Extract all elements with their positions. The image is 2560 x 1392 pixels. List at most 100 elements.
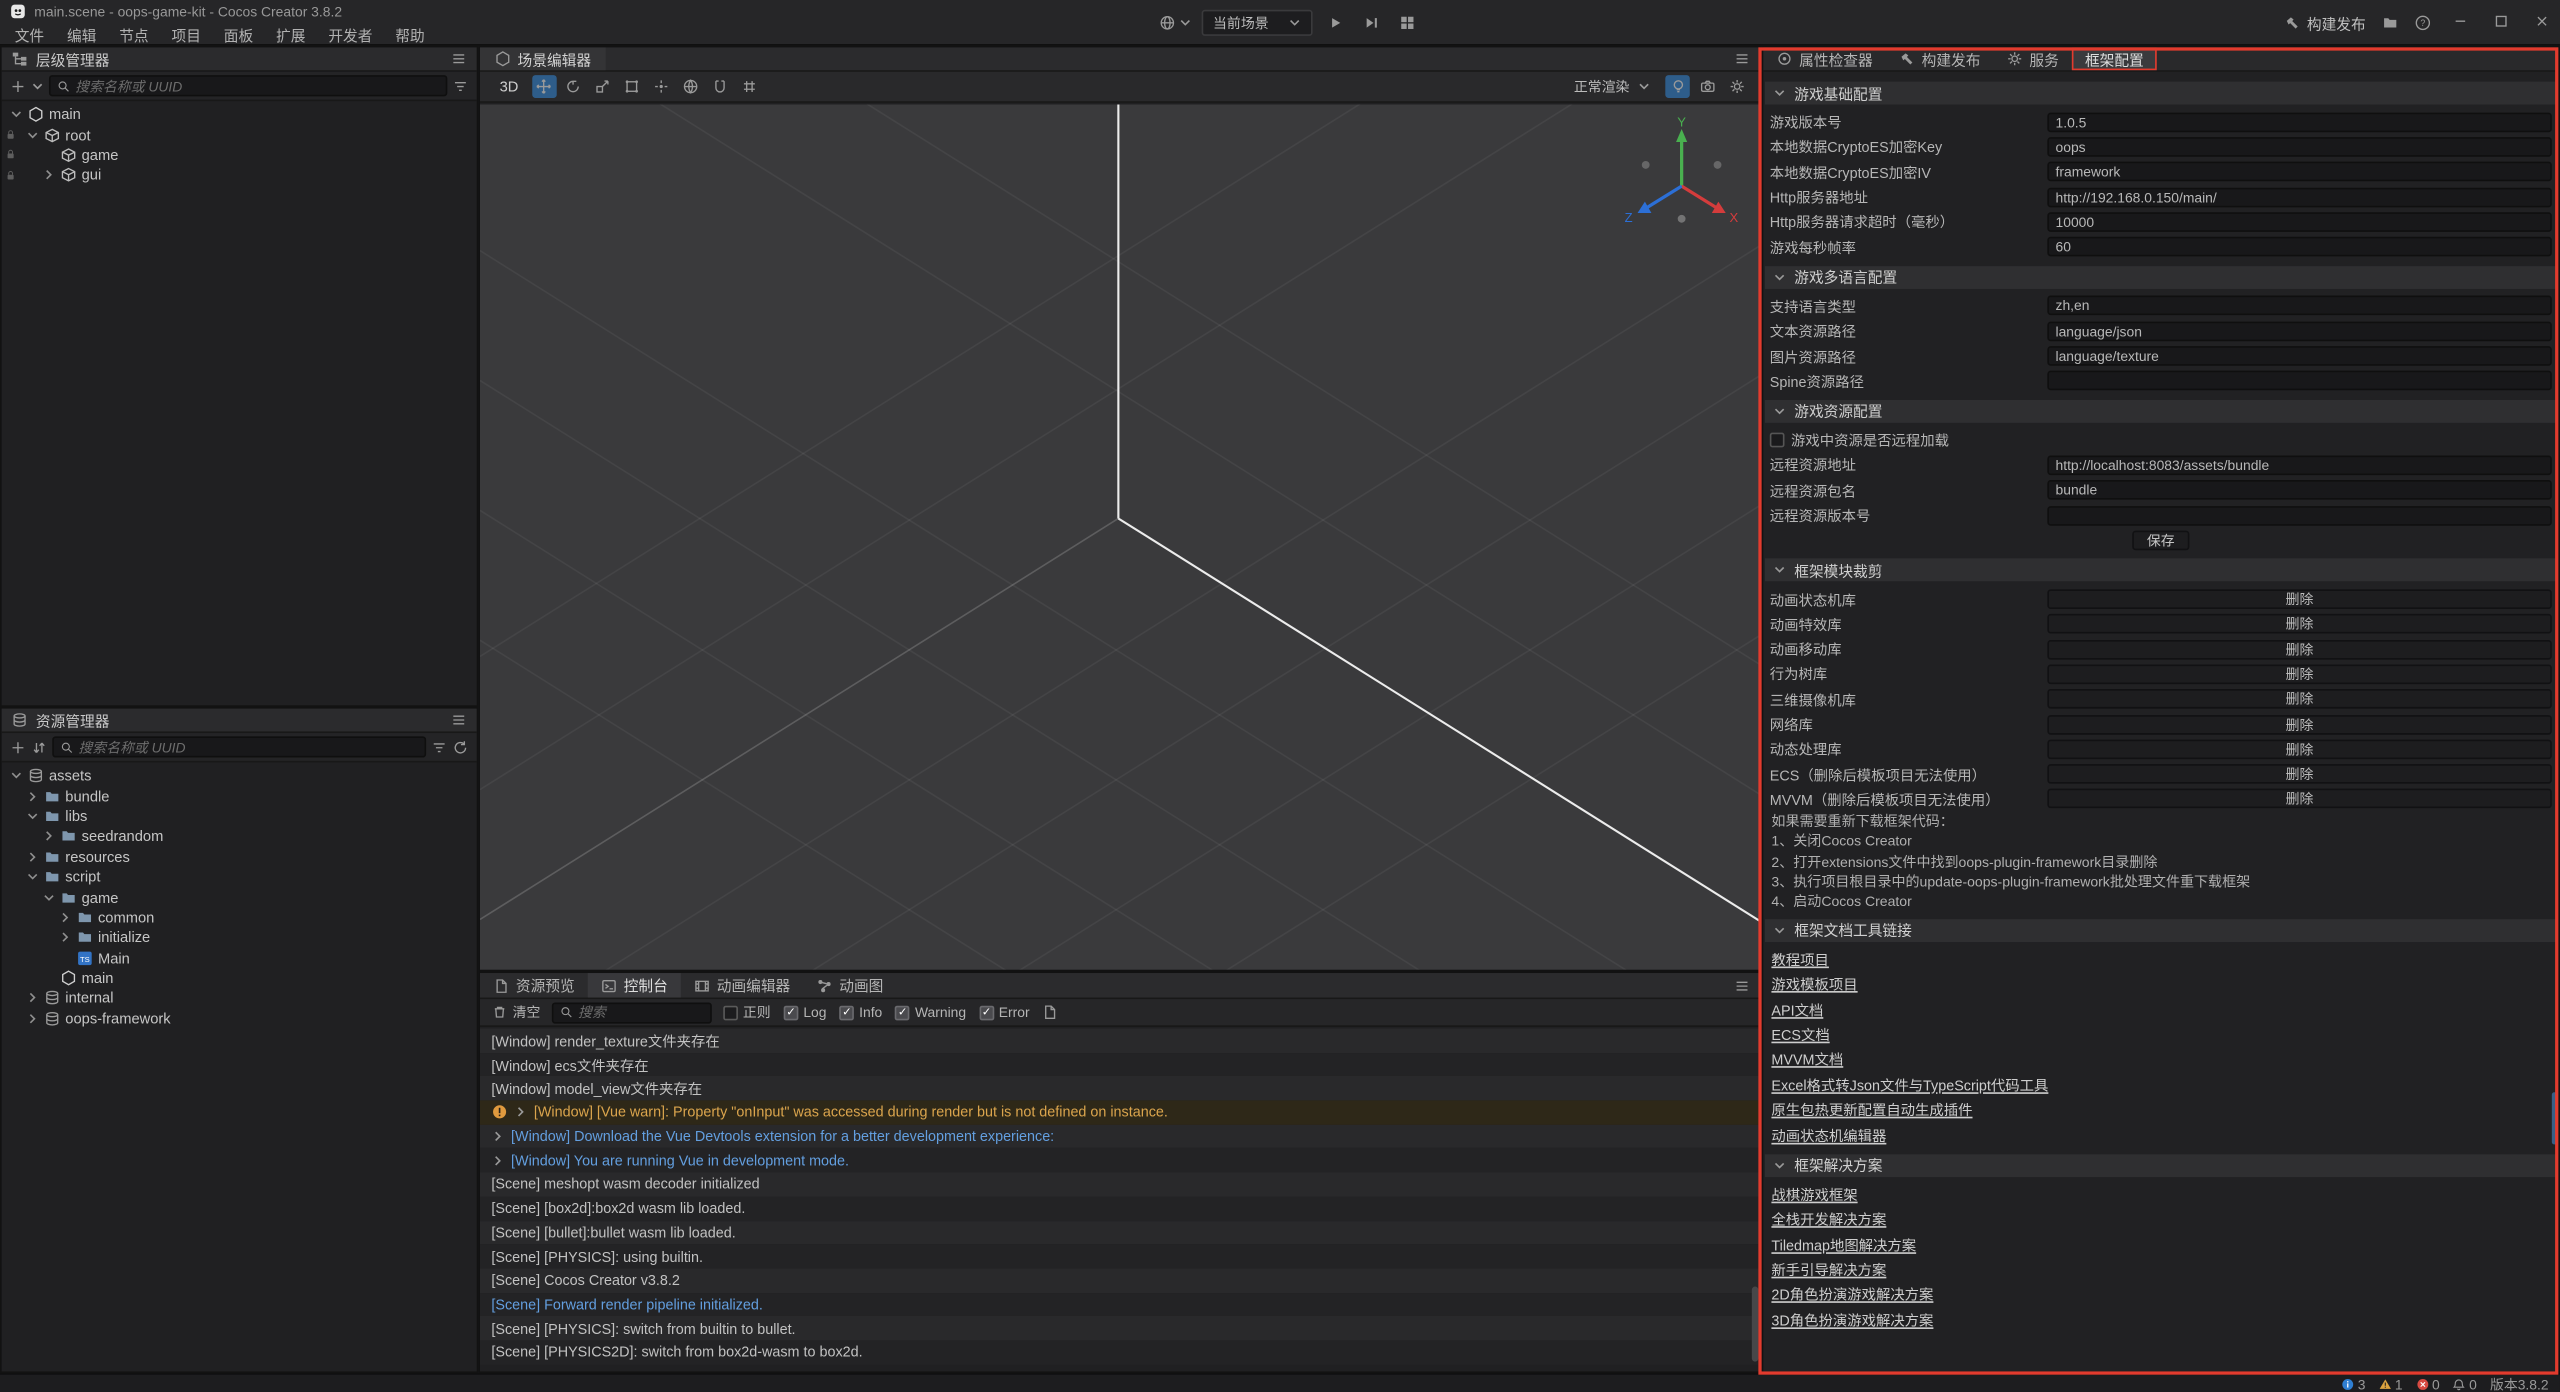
doc-link[interactable]: 新手引导解决方案 [1771,1259,1886,1280]
asset-item-libs[interactable]: libs [2,806,477,826]
menu-item-3[interactable]: 项目 [160,23,212,47]
lock-icon[interactable] [5,129,16,140]
chevron-right-icon[interactable] [59,911,72,924]
delete-module-button[interactable]: 删除 [2047,664,2551,684]
scene-settings-button[interactable] [1724,75,1748,98]
console-log-row[interactable]: [Scene] [PHYSICS]: using builtin. [480,1244,1760,1268]
chevron-down-icon[interactable] [26,128,39,141]
chevron-right-icon[interactable] [42,169,55,182]
asset-item-Main[interactable]: TSMain [2,948,477,968]
chevron-right-icon[interactable] [491,1130,504,1143]
asset-item-resources[interactable]: resources [2,847,477,867]
create-node-button[interactable] [10,78,26,94]
create-asset-button[interactable] [10,739,26,755]
doc-link[interactable]: Excel格式转Json文件与TypeScript代码工具 [1771,1074,2048,1095]
preview-platform-button[interactable] [1159,14,1192,30]
step-button[interactable] [1358,9,1384,35]
field-input-2-2[interactable] [2047,480,2551,500]
checkbox-icon[interactable]: ✓ [784,1005,799,1020]
console-error-indicator[interactable]: 0 [2416,1376,2440,1392]
doc-link[interactable]: Tiledmap地图解决方案 [1771,1234,1916,1255]
field-input-1-2[interactable] [2047,346,2551,366]
console-log-row[interactable]: [Scene] Forward render pipeline initiali… [480,1292,1760,1316]
doc-link[interactable]: MVVM文档 [1771,1049,1843,1070]
menu-item-2[interactable]: 节点 [108,23,160,47]
console-log-row[interactable]: [Scene] Cocos Creator v3.8.2 [480,1268,1760,1292]
doc-link[interactable]: 全栈开发解决方案 [1771,1209,1886,1230]
scene-camera-button[interactable] [1695,75,1719,98]
inspector-scrollbar[interactable] [2552,1092,2557,1144]
chevron-down-icon[interactable] [42,891,55,904]
section-header-5[interactable]: 框架解决方案 [1765,1154,2557,1177]
notification-indicator[interactable]: 0 [2453,1376,2477,1392]
menu-item-0[interactable]: 文件 [3,23,55,47]
asset-item-script[interactable]: script [2,867,477,887]
tab-inspector-2[interactable]: 服务 [1994,47,2072,70]
sort-icon[interactable] [31,739,47,755]
help-button[interactable]: ? [2415,15,2431,31]
field-input-0-4[interactable] [2047,212,2551,232]
close-button[interactable] [2529,8,2553,37]
minimize-button[interactable] [2447,8,2471,37]
move-tool-button[interactable] [531,75,555,98]
asset-item-internal[interactable]: internal [2,988,477,1008]
delete-module-button[interactable]: 删除 [2047,615,2551,635]
tab-console-1[interactable]: 控制台 [588,973,681,997]
delete-module-button[interactable]: 删除 [2047,639,2551,659]
doc-link[interactable]: 动画状态机编辑器 [1771,1124,1886,1145]
panel-menu-icon[interactable] [451,712,467,728]
hierarchy-item-main[interactable]: main [2,104,477,124]
chevron-right-icon[interactable] [26,992,39,1005]
doc-link[interactable]: API文档 [1771,998,1823,1019]
chevron-right-icon[interactable] [514,1106,527,1119]
chevron-down-icon[interactable] [31,79,44,92]
chevron-down-icon[interactable] [10,769,23,782]
console-warning-indicator[interactable]: 1 [2379,1376,2403,1392]
lock-icon[interactable] [5,149,16,160]
chevron-down-icon[interactable] [26,870,39,883]
axis-gizmo[interactable]: Y X Z [1620,118,1744,242]
menu-item-4[interactable]: 面板 [212,23,264,47]
console-filter-正则[interactable]: 正则 [723,1002,770,1022]
field-input-0-2[interactable] [2047,162,2551,182]
doc-link[interactable]: ECS文档 [1771,1024,1829,1045]
asset-item-bundle[interactable]: bundle [2,786,477,806]
play-button[interactable] [1322,9,1348,35]
console-scrollbar[interactable] [1752,1287,1759,1362]
scene-light-toggle[interactable] [1665,75,1689,98]
world-tool-button[interactable] [678,75,702,98]
console-filter-Log[interactable]: ✓Log [784,1004,827,1020]
tab-inspector-3[interactable]: 框架配置 [2072,47,2157,70]
assets-search-input[interactable] [78,739,418,755]
doc-link[interactable]: 战棋游戏框架 [1771,1184,1857,1205]
checkbox-icon[interactable]: ✓ [895,1005,910,1020]
menu-item-6[interactable]: 开发者 [317,23,384,47]
chevron-right-icon[interactable] [491,1154,504,1167]
console-clear-button[interactable]: 清空 [491,1002,540,1022]
console-filter-Info[interactable]: ✓Info [840,1004,883,1020]
console-filter-Error[interactable]: ✓Error [979,1004,1029,1020]
doc-link[interactable]: 2D角色扮演游戏解决方案 [1771,1284,1933,1305]
projection-3d-button[interactable]: 3D [491,77,526,97]
section-header-1[interactable]: 游戏多语言配置 [1765,266,2557,289]
build-publish-button[interactable]: 构建发布 [2284,12,2366,33]
tab-inspector-0[interactable]: 属性检查器 [1763,47,1885,70]
delete-module-button[interactable]: 删除 [2047,789,2551,809]
console-log-row[interactable]: [Window] ecs文件夹存在 [480,1053,1760,1077]
asset-item-initialize[interactable]: initialize [2,928,477,948]
section-header-3[interactable]: 框架模块裁剪 [1765,559,2557,582]
chevron-right-icon[interactable] [26,790,39,803]
console-log-row[interactable]: [Window] Download the Vue Devtools exten… [480,1124,1760,1148]
gridsnap-tool-button[interactable] [737,75,761,98]
console-info-indicator[interactable]: 3 [2341,1376,2365,1392]
delete-module-button[interactable]: 删除 [2047,714,2551,734]
lock-icon[interactable] [5,170,16,181]
console-log-row[interactable]: [Window] [Vue warn]: Property "onInput" … [480,1101,1760,1125]
field-input-0-0[interactable] [2047,112,2551,132]
console-search[interactable] [552,1002,712,1023]
rect-tool-button[interactable] [620,75,644,98]
hierarchy-item-game[interactable]: game [2,145,477,165]
doc-link[interactable]: 3D角色扮演游戏解决方案 [1771,1309,1933,1330]
field-input-1-3[interactable] [2047,371,2551,391]
delete-module-button[interactable]: 删除 [2047,689,2551,709]
